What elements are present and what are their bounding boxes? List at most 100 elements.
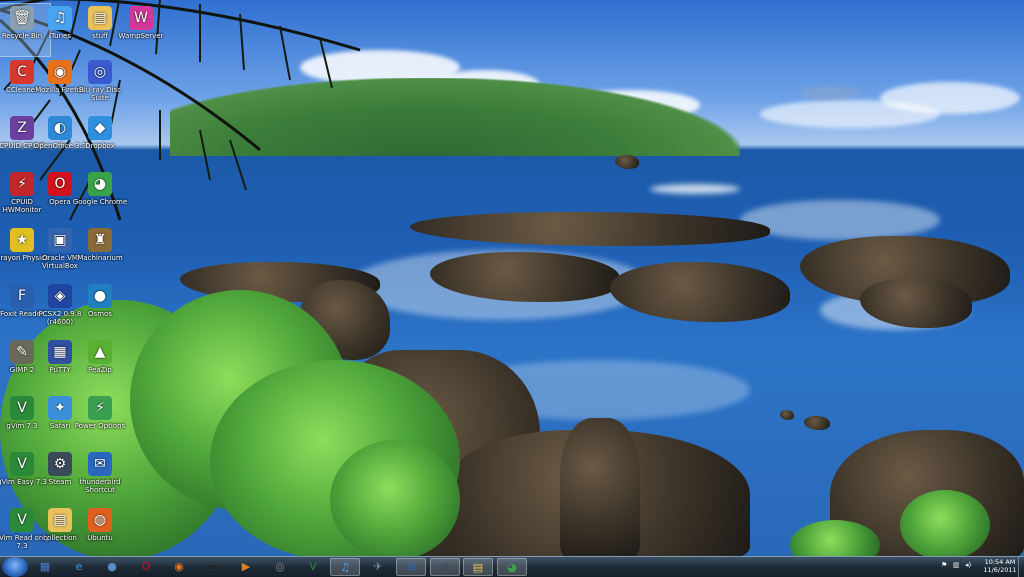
taskbar-button-firefox[interactable]: ◉ — [164, 558, 194, 576]
firefox-icon: ◉ — [174, 560, 184, 573]
clock-time: 10:54 AM — [984, 558, 1016, 566]
dropbox-icon: ◆ — [88, 116, 112, 140]
hwmonitor-icon: ⚡ — [10, 172, 34, 196]
media-player-icon: ● — [107, 560, 117, 573]
windows-explorer-icon: ▦ — [39, 560, 51, 573]
flag-icon[interactable]: ⚑ — [941, 561, 947, 569]
rock — [615, 155, 639, 169]
desktop-icon-label: Ubuntu — [87, 534, 113, 542]
thunderbird-icon: ✉ — [406, 561, 416, 574]
desktop-icon-wampserver[interactable]: W WampServer — [113, 4, 169, 56]
chrome-icon: ◕ — [88, 172, 112, 196]
taskbar-button-folder[interactable]: ▤ — [463, 558, 493, 576]
system-tray: ⚑ ▥ ◂) — [935, 559, 985, 575]
desktop-icon-dropbox[interactable]: ◆ Dropbox — [72, 114, 128, 166]
rock — [804, 416, 830, 430]
peazip-icon: ▲ — [88, 340, 112, 364]
desktop-icon-label: Power Options — [74, 422, 126, 430]
ccleaner-icon: C — [10, 60, 34, 84]
steam-icon: ⚙ — [48, 452, 72, 476]
desktop-icon-ubuntu[interactable]: ◍ Ubuntu — [72, 506, 128, 558]
clock[interactable]: 10:54 AM 11/6/2011 — [980, 558, 1020, 576]
desktop-icon-label: Machinarium — [77, 254, 123, 262]
rock — [610, 262, 790, 322]
desktop-icon-bluray-disc[interactable]: ◎ Blu-ray Disc Suite — [72, 58, 128, 110]
itunes-icon: ♫ — [340, 561, 350, 574]
taskbar-button-disc[interactable]: ◎ — [265, 558, 295, 576]
opera-icon: O — [48, 172, 72, 196]
desktop-icon-label: Osmos — [88, 310, 112, 318]
desktop-icon-label: thunderbird Shortcut — [79, 478, 121, 494]
firefox-icon: ◉ — [48, 60, 72, 84]
start-button[interactable] — [2, 557, 28, 577]
rock — [410, 212, 770, 246]
folder-icon: ▤ — [88, 6, 112, 30]
foxit-reader-icon: F — [10, 284, 34, 308]
gvim-icon: V — [10, 396, 34, 420]
foliage — [900, 490, 990, 556]
desktop-icon-thunderbird[interactable]: ✉ thunderbird Shortcut — [72, 450, 128, 502]
desktop-icon-label: Google Chrome — [72, 198, 128, 206]
machinarium-icon: ♜ — [88, 228, 112, 252]
thunderbird-icon: ✉ — [88, 452, 112, 476]
show-desktop-button[interactable] — [1018, 557, 1024, 577]
wave-foam — [650, 184, 740, 194]
desktop-icon-machinarium[interactable]: ♜ Machinarium — [72, 226, 128, 278]
gvim-easy-icon: V — [10, 452, 34, 476]
desktop-icon-label: Blu-ray Disc Suite — [78, 86, 122, 102]
rock — [780, 410, 794, 420]
wampserver-icon: W — [129, 6, 153, 30]
taskbar: ▦ e ● O ◉ ▬ ▶ ◎ V ♫ ✈ ✉ ⚙ ▤ ◕ ⚑ ▥ ◂) 10:54 AM 11/6/201… — [0, 556, 1024, 577]
desktop-icon-osmos[interactable]: ● Osmos — [72, 282, 128, 334]
osmos-icon: ● — [88, 284, 112, 308]
desktop-icon-chrome[interactable]: ◕ Google Chrome — [72, 170, 128, 222]
desktop-icon-peazip[interactable]: ▲ PeaZip — [72, 338, 128, 390]
bluray-disc-icon: ◎ — [88, 60, 112, 84]
gimp-icon: ✎ — [10, 340, 34, 364]
wave-foam — [740, 200, 940, 240]
taskbar-button-media-player-classic[interactable]: ▶ — [231, 558, 261, 576]
rock — [560, 418, 640, 556]
taskbar-button-thunderbird[interactable]: ✉ — [396, 558, 426, 576]
internet-explorer-icon: e — [75, 560, 83, 573]
media-player-classic-icon: ▶ — [241, 560, 251, 573]
cloud — [880, 82, 1020, 114]
taskbar-button-steam[interactable]: ⚙ — [430, 558, 460, 576]
taskbar-button-cmd[interactable]: ▬ — [198, 558, 228, 576]
desktop-icon-label: Dropbox — [85, 142, 115, 150]
network-icon[interactable]: ▥ — [953, 561, 960, 569]
putty-icon: ▦ — [48, 340, 72, 364]
cloud — [800, 86, 860, 100]
clock-date: 11/6/2011 — [983, 566, 1017, 574]
openoffice-icon: ◐ — [48, 116, 72, 140]
taskbar-button-itunes[interactable]: ♫ — [330, 558, 360, 576]
taskbar-button-chrome[interactable]: ◕ — [497, 558, 527, 576]
disc-icon: ◎ — [275, 560, 285, 573]
gvim-icon: V — [309, 560, 317, 573]
folder-icon: ▤ — [472, 561, 484, 574]
desktop-icon-label: WampServer — [118, 32, 164, 40]
desktop-icon-power-options[interactable]: ⚡ Power Options — [72, 394, 128, 446]
steam-icon: ⚙ — [440, 561, 450, 574]
recycle-bin-icon: 🗑 — [10, 6, 34, 30]
pcsx2-icon: ◈ — [48, 284, 72, 308]
power-options-icon: ⚡ — [88, 396, 112, 420]
collection-folder-icon: ▤ — [48, 508, 72, 532]
taskbar-button-gvim[interactable]: V — [298, 558, 328, 576]
desktop-icon-label: PeaZip — [88, 366, 112, 374]
opera-icon: O — [141, 560, 151, 573]
taskbar-button-windows-explorer[interactable]: ▦ — [30, 558, 60, 576]
cmd-icon: ▬ — [207, 560, 219, 573]
gvim-readonly-icon: V — [10, 508, 34, 532]
taskbar-button-internet-explorer[interactable]: e — [64, 558, 94, 576]
chrome-icon: ◕ — [507, 561, 517, 574]
taskbar-button-utility[interactable]: ✈ — [363, 558, 393, 576]
crayon-physics-icon: ★ — [10, 228, 34, 252]
ubuntu-icon: ◍ — [88, 508, 112, 532]
virtualbox-icon: ▣ — [48, 228, 72, 252]
foliage — [330, 440, 460, 556]
taskbar-button-media-player[interactable]: ● — [97, 558, 127, 576]
taskbar-button-opera[interactable]: O — [131, 558, 161, 576]
volume-icon[interactable]: ◂) — [965, 561, 971, 569]
desktop-icon-grid: 🗑 Recycle Bin ♫ iTunes ▤ stuff W WampServer C CCl… — [0, 0, 170, 550]
